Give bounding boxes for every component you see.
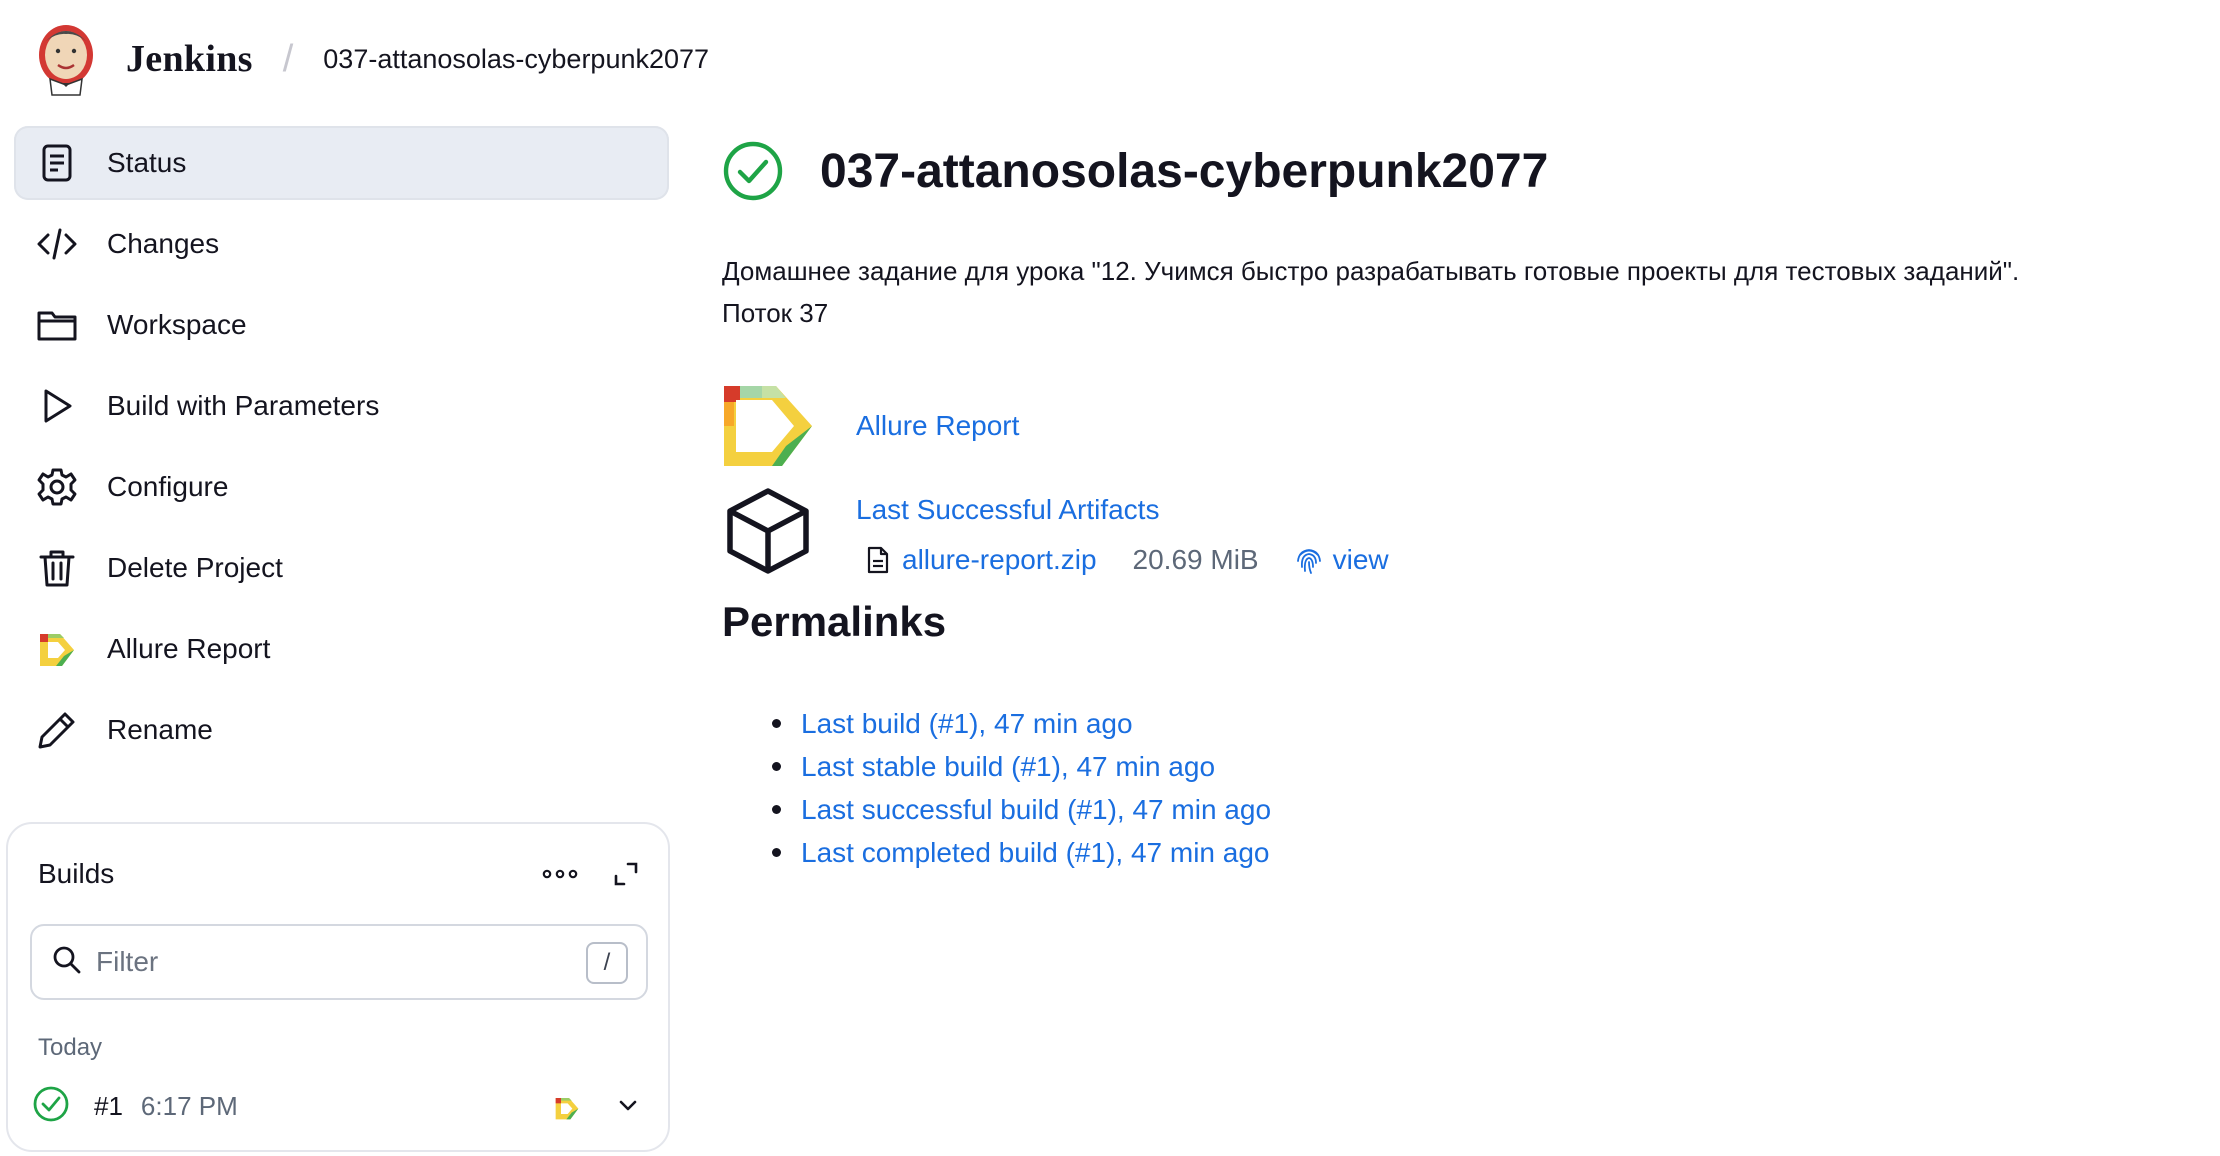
last-successful-artifacts-link[interactable]: Last Successful Artifacts — [856, 494, 1389, 526]
fingerprint-view-link[interactable]: view — [1333, 544, 1389, 576]
builds-group-label: Today — [38, 1034, 103, 1061]
sidebar-item-label: Workspace — [107, 309, 247, 340]
success-check-icon — [723, 141, 783, 201]
play-icon — [35, 384, 79, 428]
search-icon — [52, 945, 82, 980]
artifacts-row: Last Successful Artifacts allure-report.… — [722, 486, 1389, 576]
filter-input[interactable] — [96, 946, 556, 978]
description-line: Домашнее задание для урока "12. Учимся б… — [722, 256, 2020, 286]
sidebar-item-configure[interactable]: Configure — [14, 450, 669, 524]
allure-logo-icon[interactable] — [722, 384, 814, 468]
builds-filter: / — [30, 924, 648, 1000]
build-row[interactable]: #1 6:17 PM — [32, 1080, 652, 1132]
allure-report-link[interactable]: Allure Report — [856, 410, 1019, 442]
code-icon — [35, 222, 79, 266]
breadcrumb-project[interactable]: 037-attanosolas-cyberpunk2077 — [323, 44, 709, 75]
package-box-icon — [727, 488, 809, 574]
sidebar-item-label: Changes — [107, 228, 220, 259]
builds-panel: Builds / Today #1 6:17 PM — [6, 822, 670, 1152]
sidebar-item-label: Status — [107, 147, 187, 178]
permalink-last-completed-build[interactable]: Last completed build (#1), 47 min ago — [801, 837, 1270, 869]
more-options-icon[interactable] — [538, 854, 582, 894]
sidebar-item-label: Delete Project — [107, 552, 283, 583]
page-title: 037-attanosolas-cyberpunk2077 — [820, 144, 1549, 198]
trash-icon — [35, 546, 79, 590]
status-document-icon — [35, 141, 79, 185]
sidebar-item-label: Build with Parameters — [107, 390, 380, 421]
keyboard-shortcut-hint: / — [586, 942, 628, 984]
sidebar-item-allure-report[interactable]: Allure Report — [14, 612, 669, 686]
jenkins-logo-icon[interactable] — [36, 21, 96, 97]
gear-icon — [35, 465, 79, 509]
build-time: 6:17 PM — [140, 1090, 238, 1121]
list-item: Last successful build (#1), 47 min ago — [772, 788, 1271, 831]
page-header: Jenkins / 037-attanosolas-cyberpunk2077 — [0, 0, 2220, 118]
artifact-file-link[interactable]: allure-report.zip — [902, 544, 1097, 576]
list-item: Last completed build (#1), 47 min ago — [772, 831, 1271, 874]
sidebar-nav: Status Changes Workspace Build with Para… — [14, 126, 669, 774]
pencil-icon — [35, 708, 79, 752]
project-description: Домашнее задание для урока "12. Учимся б… — [722, 250, 2202, 334]
allure-icon[interactable] — [552, 1094, 582, 1122]
sidebar-item-changes[interactable]: Changes — [14, 207, 669, 281]
sidebar-item-label: Rename — [107, 714, 213, 745]
list-item: Last build (#1), 47 min ago — [772, 702, 1271, 745]
fingerprint-icon[interactable] — [1295, 545, 1323, 575]
sidebar-item-label: Allure Report — [107, 633, 271, 664]
artifact-entry: allure-report.zip 20.69 MiB view — [856, 544, 1389, 576]
artifacts-block: Last Successful Artifacts allure-report.… — [856, 486, 1389, 576]
file-icon — [867, 546, 889, 574]
folder-icon — [35, 303, 79, 347]
sidebar-item-workspace[interactable]: Workspace — [14, 288, 669, 362]
page-title-row: 037-attanosolas-cyberpunk2077 — [722, 140, 1548, 202]
sidebar-item-label: Configure — [107, 471, 229, 502]
sidebar-item-status[interactable]: Status — [14, 126, 669, 200]
permalink-last-stable-build[interactable]: Last stable build (#1), 47 min ago — [801, 751, 1215, 783]
permalinks-list: Last build (#1), 47 min ago Last stable … — [772, 702, 1271, 874]
list-item: Last stable build (#1), 47 min ago — [772, 745, 1271, 788]
jenkins-brand[interactable]: Jenkins — [126, 37, 253, 81]
chevron-down-icon[interactable] — [614, 1092, 642, 1120]
allure-icon — [35, 627, 79, 671]
success-check-icon — [32, 1085, 70, 1128]
sidebar-item-delete-project[interactable]: Delete Project — [14, 531, 669, 605]
sidebar-item-rename[interactable]: Rename — [14, 693, 669, 767]
builds-title: Builds — [38, 858, 115, 889]
expand-icon[interactable] — [606, 854, 646, 894]
breadcrumb-separator: / — [282, 37, 294, 80]
permalinks-heading: Permalinks — [722, 598, 947, 645]
build-number[interactable]: #1 — [94, 1091, 123, 1122]
permalink-last-build[interactable]: Last build (#1), 47 min ago — [801, 708, 1133, 740]
description-line: Поток 37 — [722, 298, 829, 328]
artifact-size: 20.69 MiB — [1132, 544, 1259, 575]
allure-report-row: Allure Report — [722, 384, 1019, 468]
sidebar-item-build-with-parameters[interactable]: Build with Parameters — [14, 369, 669, 443]
permalink-last-successful-build[interactable]: Last successful build (#1), 47 min ago — [801, 794, 1271, 826]
